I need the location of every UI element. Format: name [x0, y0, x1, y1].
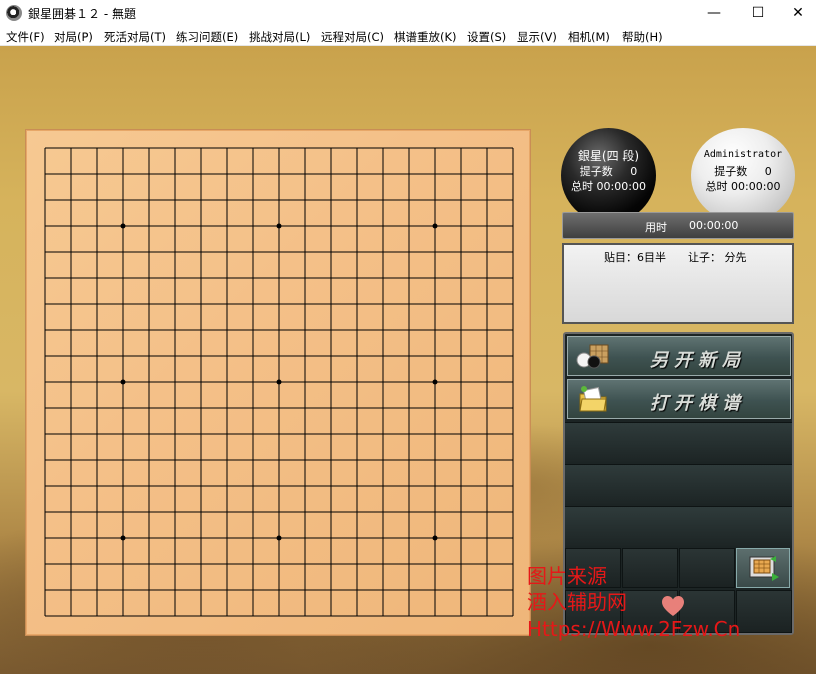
menu-life-death[interactable]: 死活对局(T): [104, 29, 166, 45]
komi-info: 贴目：6目半: [604, 251, 666, 264]
move-time-value: 00:00:00: [689, 219, 739, 232]
empty-panel-row: [565, 506, 792, 546]
star-point: [276, 379, 282, 385]
menu-practice[interactable]: 练习问题(E): [176, 29, 238, 45]
open-record-label: 打开棋谱: [650, 393, 746, 414]
new-game-button[interactable]: 另开新局: [567, 336, 791, 376]
star-point: [432, 379, 438, 385]
white-total-time-label: 总时: [705, 180, 728, 193]
menu-camera[interactable]: 相机(M): [568, 29, 610, 45]
menu-game[interactable]: 对局(P): [54, 29, 93, 45]
folder-icon: [579, 386, 607, 412]
watermark: 图片来源 酒入辅助网 Https://Www.2Fzw.Cn: [527, 563, 807, 643]
watermark-source-text: 图片来源: [527, 564, 607, 588]
app-go-icon: [6, 5, 22, 21]
white-player-panel: Administrator 提子数 0 总时 00:00:00: [691, 128, 795, 223]
window-title: 銀星囲碁１２ - 無題: [28, 7, 136, 21]
star-point: [432, 535, 438, 541]
menu-help[interactable]: 帮助(H): [622, 29, 663, 45]
empty-panel-row: [565, 464, 792, 504]
board-grid[interactable]: [44, 147, 514, 617]
board-stones-icon: [576, 344, 609, 369]
close-button[interactable]: ✕: [780, 0, 816, 26]
star-point: [120, 535, 126, 541]
menu-remote[interactable]: 远程对局(C): [321, 29, 384, 45]
menu-settings[interactable]: 设置(S): [467, 29, 506, 45]
black-captures: 提子数 0: [561, 163, 656, 179]
star-point: [276, 223, 282, 229]
new-game-label: 另开新局: [650, 350, 746, 371]
black-total-time-value: 00:00:00: [596, 180, 646, 193]
minimize-button[interactable]: —: [692, 0, 736, 26]
maximize-button[interactable]: ☐: [736, 0, 780, 26]
move-time-label: 用时: [645, 221, 667, 234]
black-player-panel: 銀星(四 段) 提子数 0 总时 00:00:00: [561, 128, 656, 223]
menu-replay[interactable]: 棋谱重放(K): [394, 29, 457, 45]
handicap-info: 让子： 分先: [688, 251, 747, 264]
empty-panel-row: [565, 422, 792, 462]
menu-view[interactable]: 显示(V): [517, 29, 557, 45]
title-bar: 銀星囲碁１２ - 無題 — ☐ ✕: [0, 0, 816, 26]
black-total-time: 总时 00:00:00: [561, 178, 656, 194]
watermark-url: Https://Www.2Fzw.Cn: [527, 617, 741, 641]
star-point: [276, 535, 282, 541]
menu-challenge[interactable]: 挑战对局(L): [249, 29, 310, 45]
move-time-bar: 用时 00:00:00: [562, 212, 794, 239]
white-player-name: Administrator: [703, 149, 783, 160]
black-captures-label: 提子数: [579, 165, 613, 178]
white-total-time: 总时 00:00:00: [691, 178, 795, 194]
menu-file[interactable]: 文件(F): [6, 29, 45, 45]
black-player-name: 銀星(四 段): [577, 149, 640, 163]
open-record-button[interactable]: 打开棋谱: [567, 379, 791, 419]
star-point: [432, 223, 438, 229]
black-captures-value: 0: [630, 165, 638, 178]
white-captures-value: 0: [764, 165, 772, 178]
star-point: [120, 223, 126, 229]
star-point: [120, 379, 126, 385]
heart-icon: [662, 596, 684, 616]
white-captures: 提子数 0: [691, 163, 795, 179]
black-total-time-label: 总时: [571, 180, 594, 193]
white-captures-label: 提子数: [714, 165, 748, 178]
menu-bar: 文件(F) 对局(P) 死活对局(T) 练习问题(E) 挑战对局(L) 远程对局…: [0, 26, 816, 46]
game-info-panel: 贴目：6目半 让子： 分先: [562, 243, 794, 324]
white-total-time-value: 00:00:00: [731, 180, 781, 193]
